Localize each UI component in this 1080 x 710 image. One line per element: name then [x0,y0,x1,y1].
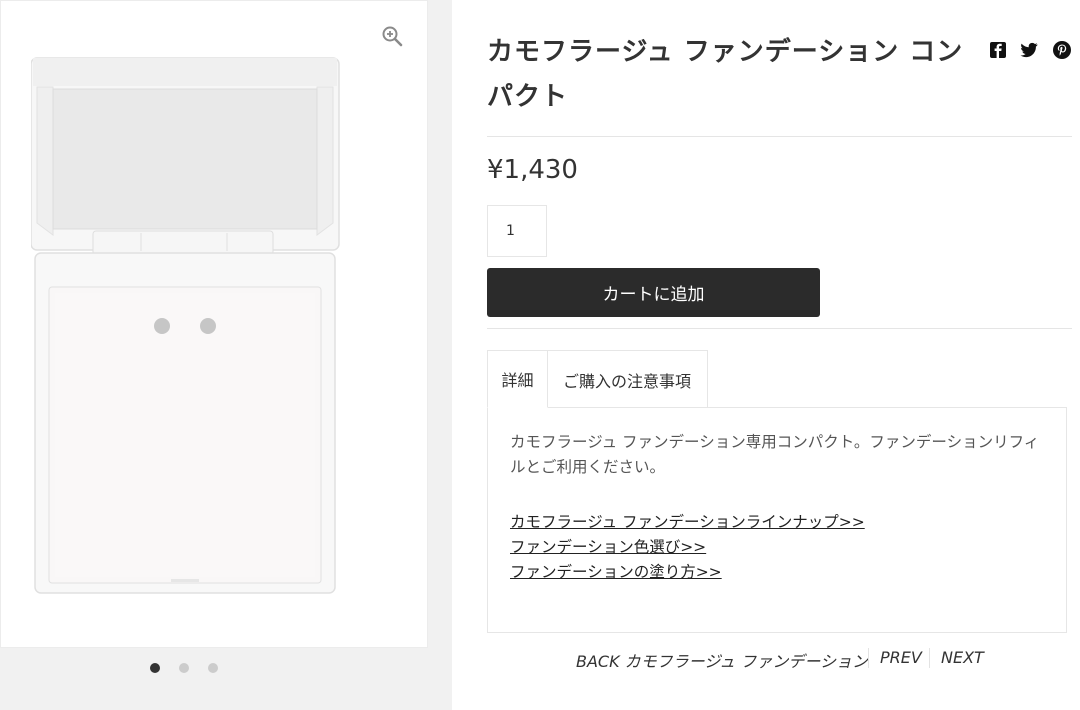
prev-link[interactable]: PREV [880,648,922,667]
product-image [31,57,340,594]
pinterest-icon[interactable] [1052,40,1072,60]
add-to-cart-button[interactable]: カートに追加 [487,268,820,317]
tab-details[interactable]: 詳細 [487,350,548,408]
slide-dot-2[interactable] [179,663,189,673]
zoom-in-icon[interactable] [381,25,403,47]
back-link[interactable]: BACK カモフラージュ ファンデーション [576,648,868,672]
product-gallery [0,0,428,648]
product-price: ¥1,430 [487,155,578,185]
lineup-link[interactable]: カモフラージュ ファンデーションラインナップ>> [510,510,865,532]
product-description: カモフラージュ ファンデーション専用コンパクト。ファンデーションリフィルとご利用… [510,433,1040,476]
product-title: カモフラージュ ファンデーション コンパクト [487,37,964,112]
next-link[interactable]: NEXT [941,648,984,667]
facebook-icon[interactable] [988,40,1008,60]
tab-purchase-notes[interactable]: ご購入の注意事項 [547,350,708,408]
slide-dot-1[interactable] [150,663,160,673]
divider [487,328,1072,329]
slide-dot-3[interactable] [208,663,218,673]
product-details-panel: カモフラージュ ファンデーション コンパクト ¥1,430 カートに追加 詳細 … [452,0,1080,710]
pager-separator [929,648,930,668]
twitter-icon[interactable] [1019,40,1039,60]
application-guide-link[interactable]: ファンデーションの塗り方>> [510,560,722,582]
pager-separator [868,648,869,668]
divider [487,136,1072,137]
color-selection-link[interactable]: ファンデーション色選び>> [510,535,706,557]
quantity-input[interactable] [487,205,547,257]
tab-panel-details: カモフラージュ ファンデーション専用コンパクト。ファンデーションリフィルとご利用… [487,407,1067,633]
